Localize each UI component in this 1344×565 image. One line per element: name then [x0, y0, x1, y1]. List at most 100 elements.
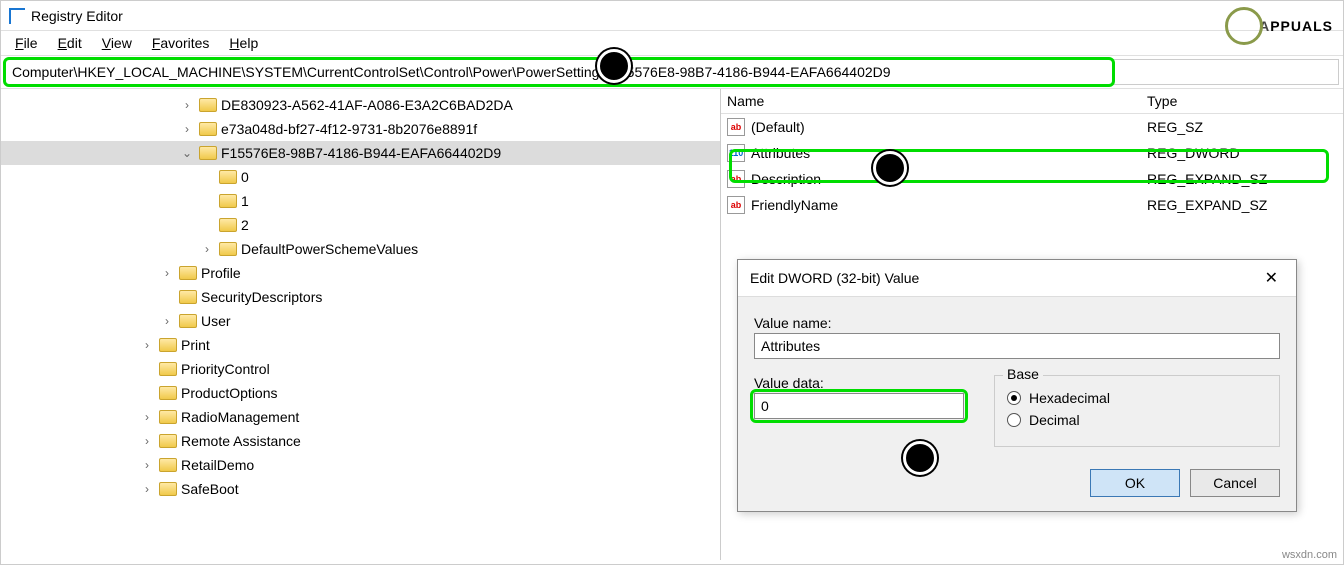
tree-item[interactable]: PriorityControl	[1, 357, 720, 381]
tree-item[interactable]: 0	[1, 165, 720, 189]
tree-pane[interactable]: ›DE830923-A562-41AF-A086-E3A2C6BAD2DA › e…	[1, 89, 721, 560]
addressbar-container: Computer\HKEY_LOCAL_MACHINE\SYSTEM\Curre…	[1, 56, 1343, 89]
folder-icon	[179, 266, 197, 280]
chevron-down-icon[interactable]: ⌄	[179, 145, 195, 161]
folder-icon	[219, 242, 237, 256]
chevron-right-icon[interactable]: ›	[139, 481, 155, 497]
folder-icon	[159, 482, 177, 496]
close-icon[interactable]: ✕	[1259, 268, 1284, 288]
chevron-right-icon[interactable]: ›	[159, 313, 175, 329]
folder-icon	[159, 362, 177, 376]
chevron-right-icon[interactable]: ›	[139, 337, 155, 353]
tree-label: DefaultPowerSchemeValues	[241, 241, 418, 257]
radio-label: Decimal	[1029, 412, 1080, 428]
tree-item[interactable]: ›RetailDemo	[1, 453, 720, 477]
callout-2: 2	[873, 151, 907, 185]
tree-label: SafeBoot	[181, 481, 239, 497]
credit-text: wsxdn.com	[1282, 549, 1337, 561]
tree-item-selected[interactable]: ⌄ F15576E8-98B7-4186-B944-EAFA664402D9	[1, 141, 720, 165]
tree-label: Remote Assistance	[181, 433, 301, 449]
value-row[interactable]: ab (Default) REG_SZ	[721, 114, 1343, 140]
menu-edit[interactable]: Edit	[50, 33, 90, 53]
tree-label: e73a048d-bf27-4f12-9731-8b2076e8891f	[221, 121, 477, 137]
cancel-button[interactable]: Cancel	[1190, 469, 1280, 497]
folder-icon	[159, 434, 177, 448]
radio-dec-row[interactable]: Decimal	[1007, 412, 1267, 428]
string-icon: ab	[727, 196, 745, 214]
value-type: REG_EXPAND_SZ	[1147, 171, 1267, 187]
dialog-title: Edit DWORD (32-bit) Value	[750, 270, 919, 286]
dialog-buttons: OK Cancel	[738, 459, 1296, 511]
tree-label: 1	[241, 193, 249, 209]
label-value-name: Value name:	[754, 315, 1280, 331]
tree-label: PriorityControl	[181, 361, 270, 377]
dialog-titlebar: Edit DWORD (32-bit) Value ✕	[738, 260, 1296, 297]
value-name: FriendlyName	[751, 197, 838, 213]
chevron-right-icon[interactable]: ›	[159, 265, 175, 281]
chevron-right-icon[interactable]: ›	[139, 457, 155, 473]
string-icon: ab	[727, 170, 745, 188]
dword-icon: 110	[727, 144, 745, 162]
folder-icon	[219, 170, 237, 184]
folder-icon	[179, 290, 197, 304]
menu-favorites[interactable]: Favorites	[144, 33, 218, 53]
tree-label: SecurityDescriptors	[201, 289, 322, 305]
tree-label: Print	[181, 337, 210, 353]
tree-item[interactable]: › Profile	[1, 261, 720, 285]
value-row[interactable]: ab FriendlyName REG_EXPAND_SZ	[721, 192, 1343, 218]
value-type: REG_DWORD	[1147, 145, 1240, 161]
value-name: (Default)	[751, 119, 805, 135]
ok-button[interactable]: OK	[1090, 469, 1180, 497]
tree-item[interactable]: ProductOptions	[1, 381, 720, 405]
col-type[interactable]: Type	[1147, 93, 1177, 109]
chevron-right-icon[interactable]: ›	[139, 409, 155, 425]
window-title: Registry Editor	[31, 8, 123, 24]
tree-item[interactable]: › Remote Assistance	[1, 429, 720, 453]
tree-item[interactable]: › e73a048d-bf27-4f12-9731-8b2076e8891f	[1, 117, 720, 141]
input-value-data[interactable]	[754, 393, 964, 419]
menu-help[interactable]: Help	[221, 33, 266, 53]
tree-label: ProductOptions	[181, 385, 278, 401]
edit-dword-dialog: Edit DWORD (32-bit) Value ✕ Value name: …	[737, 259, 1297, 512]
menu-file[interactable]: File	[7, 33, 46, 53]
value-type: REG_SZ	[1147, 119, 1203, 135]
tree-label: Profile	[201, 265, 241, 281]
chevron-right-icon[interactable]: ›	[179, 97, 195, 113]
tree-item[interactable]: 2	[1, 213, 720, 237]
radio-hex-row[interactable]: Hexadecimal	[1007, 390, 1267, 406]
tree-item[interactable]: SecurityDescriptors	[1, 285, 720, 309]
tree-item[interactable]: › RadioManagement	[1, 405, 720, 429]
tree-label: RadioManagement	[181, 409, 299, 425]
tree-item[interactable]: ›DE830923-A562-41AF-A086-E3A2C6BAD2DA	[1, 93, 720, 117]
string-icon: ab	[727, 118, 745, 136]
radio-hexadecimal[interactable]	[1007, 391, 1021, 405]
input-value-name[interactable]	[754, 333, 1280, 359]
folder-icon	[199, 98, 217, 112]
address-text: Computer\HKEY_LOCAL_MACHINE\SYSTEM\Curre…	[12, 64, 891, 80]
chevron-right-icon[interactable]: ›	[199, 241, 215, 257]
regedit-icon	[9, 8, 25, 24]
address-bar[interactable]: Computer\HKEY_LOCAL_MACHINE\SYSTEM\Curre…	[5, 59, 1339, 85]
folder-icon	[199, 122, 217, 136]
col-name[interactable]: Name	[727, 93, 1147, 109]
watermark-logo: APPUALS	[1225, 7, 1333, 45]
chevron-right-icon[interactable]: ›	[179, 121, 195, 137]
radio-decimal[interactable]	[1007, 413, 1021, 427]
tree-item[interactable]: › DefaultPowerSchemeValues	[1, 237, 720, 261]
value-type: REG_EXPAND_SZ	[1147, 197, 1267, 213]
value-row-attributes[interactable]: 110Attributes REG_DWORD	[721, 140, 1343, 166]
values-header: Name Type	[721, 89, 1343, 114]
tree-item[interactable]: › Print	[1, 333, 720, 357]
callout-3: 3	[903, 441, 937, 475]
base-col: Base Hexadecimal Decimal	[994, 369, 1280, 447]
tree-label: 2	[241, 217, 249, 233]
chevron-right-icon[interactable]: ›	[139, 433, 155, 449]
tree-label: User	[201, 313, 231, 329]
menu-view[interactable]: View	[94, 33, 140, 53]
tree-item[interactable]: › User	[1, 309, 720, 333]
value-row[interactable]: abDescription REG_EXPAND_SZ	[721, 166, 1343, 192]
tree-item[interactable]: 1	[1, 189, 720, 213]
tree-item[interactable]: › SafeBoot	[1, 477, 720, 501]
tree-label: F15576E8-98B7-4186-B944-EAFA664402D9	[221, 145, 501, 161]
label-value-data: Value data:	[754, 375, 964, 391]
